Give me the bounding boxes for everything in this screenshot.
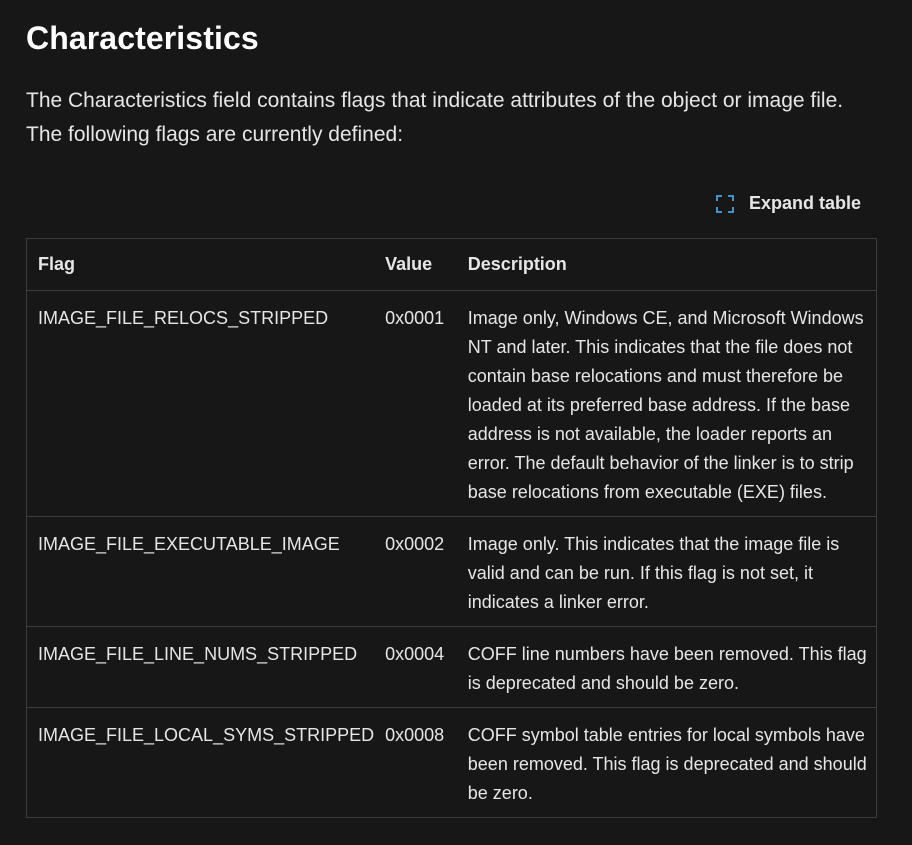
table-header-row: Flag Value Description xyxy=(26,238,877,291)
description-cell: Image only, Windows CE, and Microsoft Wi… xyxy=(456,290,877,517)
column-header-description: Description xyxy=(456,238,877,291)
table-row: IMAGE_FILE_RELOCS_STRIPPED 0x0001 Image … xyxy=(26,290,877,517)
description-cell: Image only. This indicates that the imag… xyxy=(456,516,877,627)
table-row: IMAGE_FILE_LOCAL_SYMS_STRIPPED 0x0008 CO… xyxy=(26,707,877,818)
intro-paragraph: The Characteristics field contains flags… xyxy=(26,89,844,146)
value-cell: 0x0008 xyxy=(374,707,457,818)
flag-cell: IMAGE_FILE_LOCAL_SYMS_STRIPPED xyxy=(26,707,375,818)
column-header-flag: Flag xyxy=(26,238,375,291)
table-row: IMAGE_FILE_LINE_NUMS_STRIPPED 0x0004 COF… xyxy=(26,626,877,708)
section-heading: Characteristics xyxy=(26,20,259,56)
expand-table-label: Expand table xyxy=(748,193,861,213)
expand-table-button[interactable]: Expand table xyxy=(715,193,861,214)
value-cell: 0x0001 xyxy=(374,290,457,517)
description-cell: COFF line numbers have been removed. Thi… xyxy=(456,626,877,708)
column-header-value: Value xyxy=(374,238,457,291)
flag-cell: IMAGE_FILE_EXECUTABLE_IMAGE xyxy=(26,516,375,627)
expand-icon xyxy=(715,194,735,214)
characteristics-table: Flag Value Description IMAGE_FILE_RELOCS… xyxy=(26,238,877,818)
table-row: IMAGE_FILE_EXECUTABLE_IMAGE 0x0002 Image… xyxy=(26,516,877,627)
value-cell: 0x0004 xyxy=(374,626,457,708)
flag-cell: IMAGE_FILE_RELOCS_STRIPPED xyxy=(26,290,375,517)
description-cell: COFF symbol table entries for local symb… xyxy=(456,707,877,818)
flag-cell: IMAGE_FILE_LINE_NUMS_STRIPPED xyxy=(26,626,375,708)
value-cell: 0x0002 xyxy=(374,516,457,627)
